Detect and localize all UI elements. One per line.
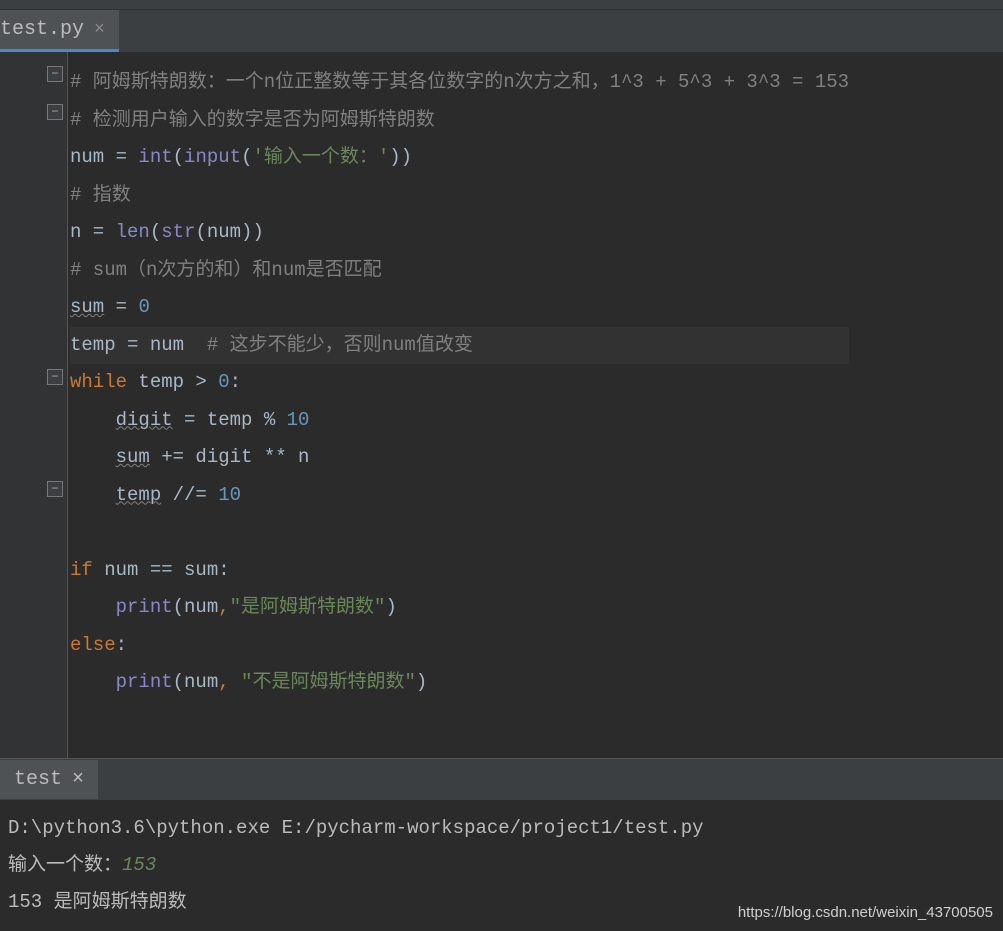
console-tab-name: test (14, 768, 62, 791)
editor-area: − − − − # 阿姆斯特朗数：一个n位正整数等于其各位数字的n次方之和，1^… (0, 52, 1003, 758)
editor-tab-test-py[interactable]: test.py × (0, 10, 119, 52)
gutter: − − − − (0, 52, 68, 758)
code-line: temp //= 10 (70, 484, 241, 506)
fold-icon[interactable]: − (47, 104, 63, 120)
tab-filename: test.py (0, 18, 84, 41)
code-line: # sum（n次方的和）和num是否匹配 (70, 259, 382, 281)
console-tab-bar: test × (0, 758, 1003, 800)
code-line: else: (70, 634, 127, 656)
code-line: print(num,"是阿姆斯特朗数") (70, 596, 397, 618)
code-line-highlighted: temp = num # 这步不能少，否则num值改变 (70, 327, 849, 365)
code-line: # 阿姆斯特朗数：一个n位正整数等于其各位数字的n次方之和，1^3 + 5^3 … (70, 71, 849, 93)
code-line: num = int(input('输入一个数：')) (70, 146, 412, 168)
code-line: if num == sum: (70, 559, 230, 581)
code-line: # 指数 (70, 184, 131, 206)
console-tab-test[interactable]: test × (0, 760, 98, 799)
close-icon[interactable]: × (94, 20, 105, 40)
code-line: sum = 0 (70, 296, 150, 318)
code-line (70, 521, 81, 543)
close-icon[interactable]: × (72, 768, 84, 791)
code-line: digit = temp % 10 (70, 409, 309, 431)
code-line: n = len(str(num)) (70, 221, 264, 243)
fold-icon[interactable]: − (47, 66, 63, 82)
code-line: print(num, "不是阿姆斯特朗数") (70, 671, 427, 693)
editor-tab-bar: test.py × (0, 10, 1003, 52)
code-line: sum += digit ** n (70, 446, 309, 468)
console-line: 输入一个数：153 (8, 854, 156, 876)
watermark: https://blog.csdn.net/weixin_43700505 (738, 904, 993, 921)
console-line: D:\python3.6\python.exe E:/pycharm-works… (8, 817, 704, 839)
code-editor[interactable]: # 阿姆斯特朗数：一个n位正整数等于其各位数字的n次方之和，1^3 + 5^3 … (68, 52, 849, 758)
fold-icon[interactable]: − (47, 481, 63, 497)
fold-icon[interactable]: − (47, 369, 63, 385)
code-line: while temp > 0: (70, 371, 241, 393)
menu-bar-strip (0, 0, 1003, 10)
console-line: 153 是阿姆斯特朗数 (8, 891, 187, 913)
code-line: # 检测用户输入的数字是否为阿姆斯特朗数 (70, 109, 435, 131)
